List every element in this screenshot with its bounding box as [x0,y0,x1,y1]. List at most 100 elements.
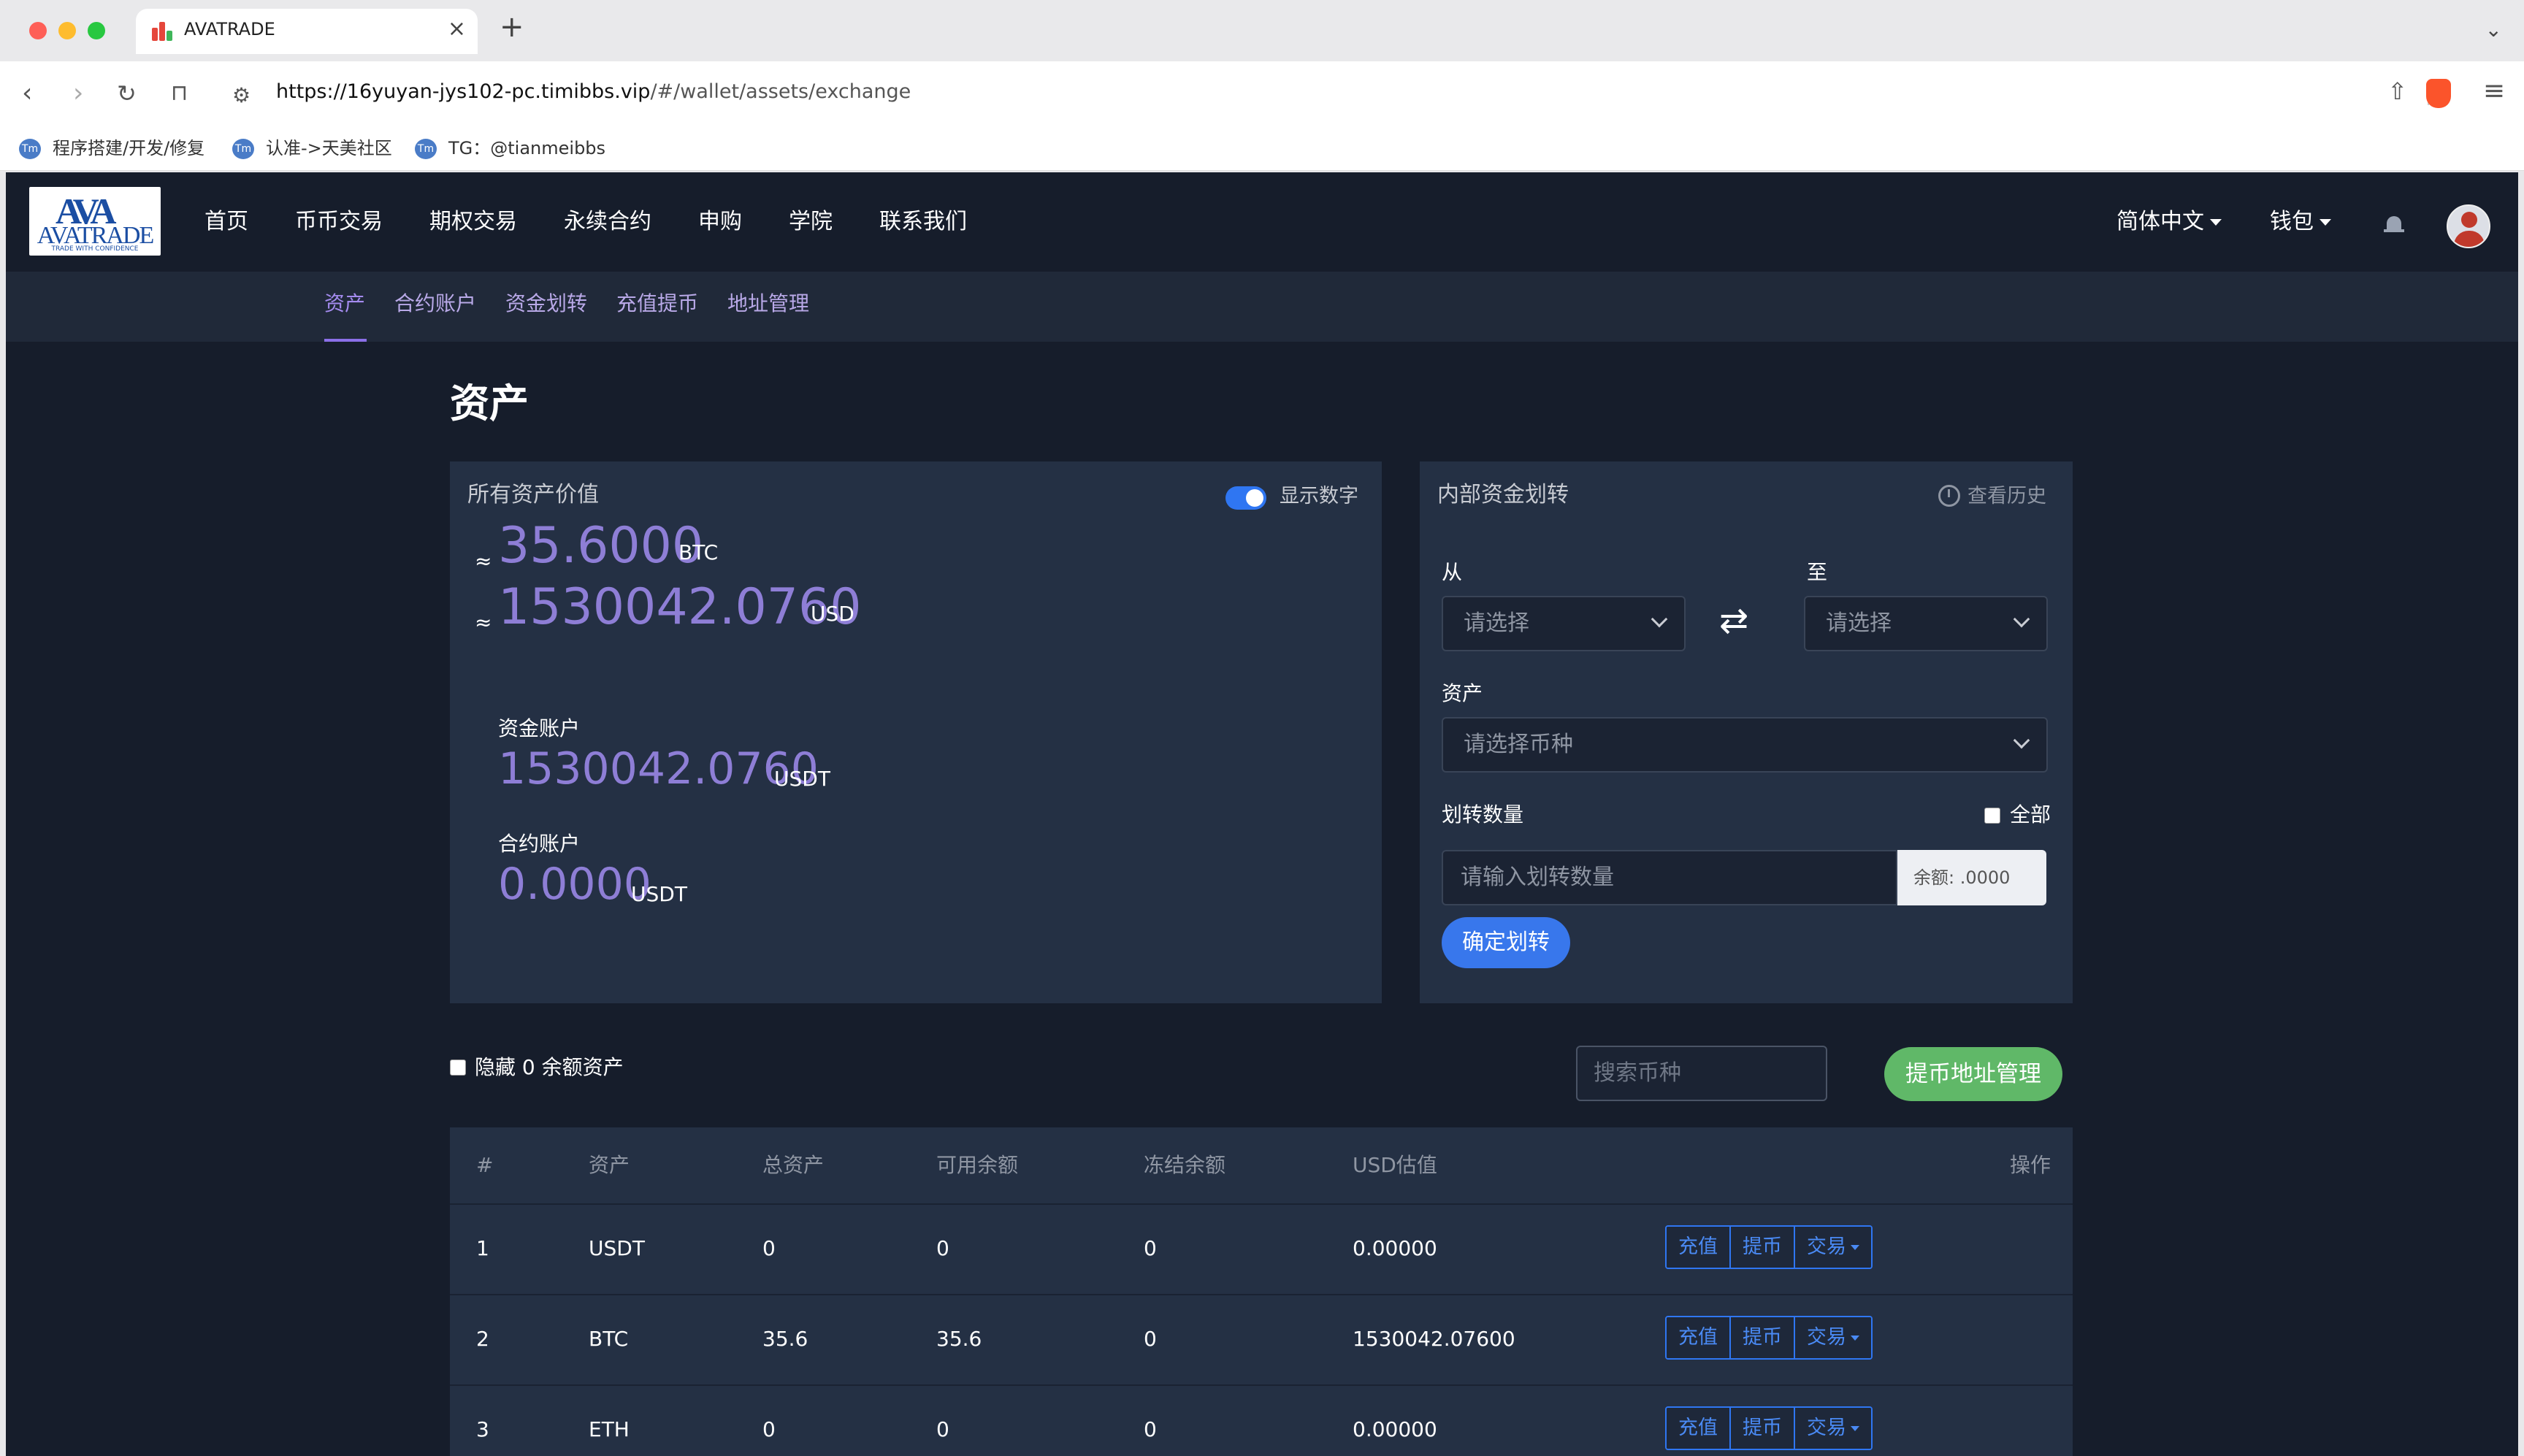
approx-symbol: ≈ [475,610,492,635]
btc-unit: BTC [678,540,719,564]
total-assets: 0 [762,1236,776,1260]
transfer-amount-input[interactable]: 请输入划转数量 [1442,850,1897,905]
from-label: 从 [1442,560,1463,584]
approx-symbol: ≈ [475,549,492,573]
user-avatar[interactable] [2447,204,2490,248]
nav-spot-trading[interactable]: 币币交易 [295,206,383,238]
row-index: 1 [476,1236,489,1260]
available-balance: 35.6 [936,1327,982,1351]
table-row: 3 ETH 0 0 0 0.00000 充值 提币 交易 [450,1384,2073,1456]
browser-menu-icon[interactable]: ≡ [2483,76,2505,106]
deposit-button[interactable]: 充值 [1667,1227,1731,1268]
subnav-address-management[interactable]: 地址管理 [727,288,809,320]
withdraw-button[interactable]: 提币 [1731,1408,1795,1449]
window-minimize-button[interactable] [58,22,76,39]
clock-icon [1938,485,1960,507]
browser-address-bar: ‹ › ↻ ⊓ ⚙ https://16yuyan-jys102-pc.timi… [0,61,2524,126]
subnav-fund-transfer[interactable]: 资金划转 [505,288,587,320]
column-header: 操作 [2009,1153,2051,1177]
nav-home[interactable]: 首页 [204,206,248,238]
chevron-down-icon [2013,732,2030,749]
fund-account-label: 资金账户 [498,716,581,740]
bookmark-icon[interactable]: ⊓ [171,76,188,111]
to-account-select[interactable]: 请选择 [1804,596,2048,651]
internal-transfer-card: 内部资金划转 查看历史 从 至 请选择 ⇄ 请选择 资产 请选择币种 划转数量 … [1420,461,2073,1003]
window-zoom-button[interactable] [88,22,105,39]
subnav-contract-account[interactable]: 合约账户 [394,288,476,320]
bookmark-item[interactable]: Tm 程序搭建/开发/修复 [19,134,204,162]
nav-academy[interactable]: 学院 [789,206,833,238]
coin-search-input[interactable]: 搜索币种 [1576,1046,1827,1101]
nav-options[interactable]: 期权交易 [429,206,517,238]
hide-zero-balance-toggle[interactable]: 隐藏 0 余额资产 [450,1053,624,1082]
hide-zero-label: 隐藏 0 余额资产 [475,1055,624,1079]
back-icon[interactable]: ‹ [22,76,32,111]
trade-dropdown-button[interactable]: 交易 [1795,1408,1871,1449]
asset-symbol: BTC [589,1327,629,1351]
nav-perpetual[interactable]: 永续合约 [564,206,651,238]
subnav-assets[interactable]: 资产 [324,288,365,320]
hide-zero-checkbox[interactable] [450,1060,466,1076]
brave-shields-icon[interactable] [2426,79,2451,108]
wallet-dropdown[interactable]: 钱包 [2270,206,2331,238]
view-history-link[interactable]: 查看历史 [1967,482,2046,511]
chevron-down-icon [1651,610,1668,628]
contract-account-value: 0.0000 [498,859,651,910]
row-index: 2 [476,1327,489,1351]
bookmark-label: TG：@tianmeibbs [448,138,606,158]
main-nav: 首页 币币交易 期权交易 永续合约 申购 学院 联系我们 [204,206,1014,238]
withdraw-address-management-button[interactable]: 提币地址管理 [1884,1047,2062,1101]
swap-arrows-icon[interactable]: ⇄ [1719,599,1748,643]
confirm-transfer-button[interactable]: 确定划转 [1442,917,1570,968]
site-settings-icon[interactable]: ⚙ [232,83,251,107]
wallet-sub-nav: 资产 合约账户 资金划转 充值提币 地址管理 [6,272,2518,342]
table-row: 1 USDT 0 0 0 0.00000 充值 提币 交易 [450,1203,2073,1294]
new-tab-button[interactable]: + [500,10,524,44]
from-account-select[interactable]: 请选择 [1442,596,1686,651]
asset-label: 资产 [1442,681,1483,705]
select-placeholder: 请选择币种 [1464,732,1573,757]
assets-table: # 资产 总资产 可用余额 冻结余额 USD估值 操作 1 USDT 0 0 0… [450,1127,2073,1456]
show-numbers-toggle[interactable] [1225,486,1266,510]
table-row: 2 BTC 35.6 35.6 0 1530042.07600 充值 提币 交易 [450,1294,2073,1384]
input-placeholder: 请输入划转数量 [1461,865,1614,890]
fund-account-value: 1530042.0760 [498,743,819,794]
withdraw-button[interactable]: 提币 [1731,1317,1795,1358]
tab-close-icon[interactable]: × [448,16,466,42]
browser-tab[interactable]: AVATRADE × [136,9,478,54]
reload-icon[interactable]: ↻ [117,76,137,111]
to-label: 至 [1807,560,1828,584]
column-header: 可用余额 [936,1153,1019,1177]
card-title: 内部资金划转 [1437,482,1569,507]
usd-total-value: 1530042.0760 [498,578,862,636]
nav-contact[interactable]: 联系我们 [879,206,967,238]
caret-down-icon [2320,219,2331,226]
coin-select[interactable]: 请选择币种 [1442,717,2048,773]
trade-dropdown-button[interactable]: 交易 [1795,1317,1871,1358]
usd-valuation: 0.00000 [1353,1236,1437,1260]
avatrade-logo[interactable]: AVA AVATRADE TRADE WITH CONFIDENCE [29,187,161,256]
column-header: 总资产 [762,1153,825,1177]
bookmark-item[interactable]: Tm 认准->天美社区 [232,134,392,162]
share-icon[interactable]: ⇧ [2387,77,2407,105]
transfer-all-checkbox[interactable] [1984,808,2000,824]
fund-account-unit: USDT [774,767,830,791]
withdraw-button[interactable]: 提币 [1731,1227,1795,1268]
available-balance: 余额: .0000 [1897,850,2046,905]
available-balance: 0 [936,1236,949,1260]
language-dropdown[interactable]: 简体中文 [2116,206,2222,238]
tab-list-chevron-icon[interactable]: ⌄ [2485,18,2502,42]
bookmark-item[interactable]: Tm TG：@tianmeibbs [415,134,605,162]
forward-icon[interactable]: › [73,76,83,111]
notification-bell-icon[interactable] [2384,213,2404,235]
trade-dropdown-button[interactable]: 交易 [1795,1227,1871,1268]
deposit-button[interactable]: 充值 [1667,1317,1731,1358]
nav-subscribe[interactable]: 申购 [698,206,742,238]
window-close-button[interactable] [29,22,47,39]
deposit-button[interactable]: 充值 [1667,1408,1731,1449]
subnav-deposit-withdraw[interactable]: 充值提币 [616,288,698,320]
url-field[interactable]: https://16yuyan-jys102-pc.timibbs.vip/#/… [276,77,911,107]
usd-unit: USD [811,602,854,626]
caret-down-icon [2210,219,2222,226]
row-actions: 充值 提币 交易 [1665,1225,1873,1269]
